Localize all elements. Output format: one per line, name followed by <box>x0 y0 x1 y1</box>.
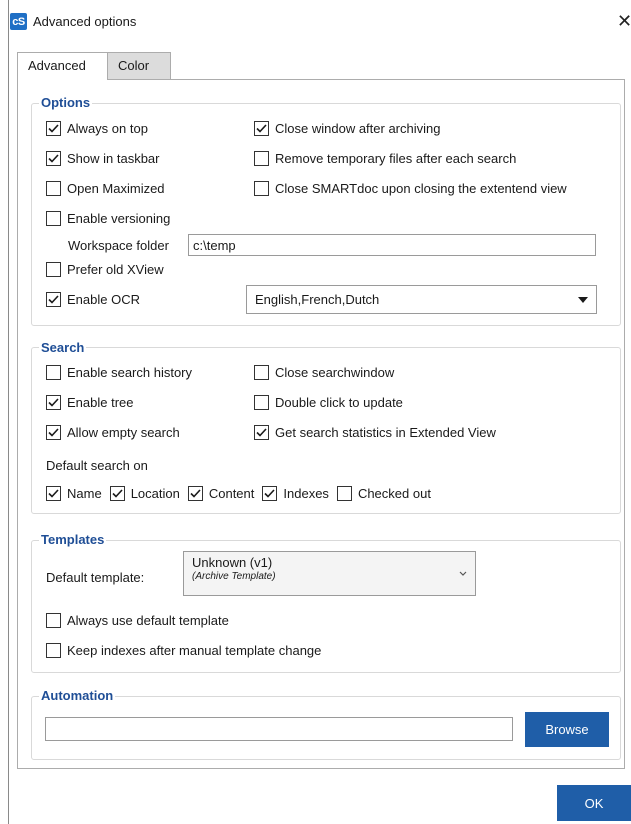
prefer-old-xview-checkbox[interactable]: Prefer old XView <box>46 262 164 277</box>
open-maximized-checkbox[interactable]: Open Maximized <box>46 181 165 196</box>
chevron-down-icon <box>459 571 467 576</box>
checkbox-box[interactable] <box>46 151 61 166</box>
checkbox-box[interactable] <box>46 121 61 136</box>
tab-advanced[interactable]: Advanced <box>17 52 108 80</box>
default-template-subtitle: (Archive Template) <box>192 571 276 582</box>
templates-group-title: Templates <box>39 532 107 547</box>
checkbox-box[interactable] <box>46 365 61 380</box>
checkbox-box[interactable] <box>46 262 61 277</box>
enable-ocr-checkbox[interactable]: Enable OCR <box>46 292 140 307</box>
tab-color[interactable]: Color <box>107 52 171 79</box>
show-in-taskbar-label: Show in taskbar <box>67 151 160 166</box>
close-window-after-archiving-checkbox[interactable]: Close window after archiving <box>254 121 440 136</box>
checkbox-box[interactable] <box>254 395 269 410</box>
search-on-checked-out-checkbox[interactable]: Checked out <box>336 486 431 501</box>
allow-empty-search-checkbox[interactable]: Allow empty search <box>46 425 180 440</box>
checkbox-box[interactable] <box>254 365 269 380</box>
search-on-name-checkbox[interactable]: Name <box>46 486 102 501</box>
workspace-folder-input[interactable] <box>188 234 596 256</box>
always-on-top-label: Always on top <box>67 121 148 136</box>
enable-search-history-checkbox[interactable]: Enable search history <box>46 365 192 380</box>
ok-button[interactable]: OK <box>557 785 631 821</box>
close-smartdoc-checkbox[interactable]: Close SMARTdoc upon closing the extenten… <box>254 181 567 196</box>
checkbox-box[interactable] <box>46 425 61 440</box>
checkbox-box[interactable] <box>262 486 278 501</box>
always-use-default-template-label: Always use default template <box>67 613 229 628</box>
keep-indexes-checkbox[interactable]: Keep indexes after manual template chang… <box>46 643 321 658</box>
checkbox-box[interactable] <box>46 643 61 658</box>
automation-path-input[interactable] <box>45 717 513 741</box>
enable-versioning-checkbox[interactable]: Enable versioning <box>46 211 170 226</box>
window-border <box>8 0 9 824</box>
checkbox-box[interactable] <box>46 292 61 307</box>
close-searchwindow-checkbox[interactable]: Close searchwindow <box>254 365 394 380</box>
double-click-to-update-checkbox[interactable]: Double click to update <box>254 395 403 410</box>
checkbox-box[interactable] <box>109 486 125 501</box>
enable-search-history-label: Enable search history <box>67 365 193 380</box>
app-icon: cS <box>10 13 27 30</box>
options-group-title: Options <box>39 95 93 110</box>
close-smartdoc-label: Close SMARTdoc upon closing the extenten… <box>275 181 567 196</box>
default-template-dropdown[interactable]: Unknown (v1) (Archive Template) <box>183 551 476 596</box>
enable-tree-checkbox[interactable]: Enable tree <box>46 395 134 410</box>
open-maximized-label: Open Maximized <box>67 181 165 196</box>
checkbox-box[interactable] <box>254 181 269 196</box>
get-search-statistics-checkbox[interactable]: Get search statistics in Extended View <box>254 425 496 440</box>
search-group-title: Search <box>39 340 87 355</box>
search-on-checked-out-label: Checked out <box>357 486 431 501</box>
checkbox-box[interactable] <box>46 613 61 628</box>
remove-temp-files-label: Remove temporary files after each search <box>275 151 517 166</box>
checkbox-box[interactable] <box>336 486 352 501</box>
search-on-name-label: Name <box>67 486 102 501</box>
always-on-top-checkbox[interactable]: Always on top <box>46 121 148 136</box>
search-on-location-label: Location <box>130 486 180 501</box>
checkbox-box[interactable] <box>254 151 269 166</box>
workspace-folder-label: Workspace folder <box>68 238 169 253</box>
checkbox-box[interactable] <box>46 211 61 226</box>
keep-indexes-label: Keep indexes after manual template chang… <box>67 643 322 658</box>
enable-tree-label: Enable tree <box>67 395 134 410</box>
search-on-content-label: Content <box>208 486 255 501</box>
search-on-content-checkbox[interactable]: Content <box>187 486 255 501</box>
default-search-on-row: Name Location Content Indexes Checked ou… <box>46 486 431 501</box>
checkbox-box[interactable] <box>187 486 203 501</box>
checkbox-box[interactable] <box>46 486 61 501</box>
double-click-to-update-label: Double click to update <box>275 395 403 410</box>
close-searchwindow-label: Close searchwindow <box>275 365 395 380</box>
dropdown-arrow-icon <box>578 296 588 303</box>
search-on-indexes-label: Indexes <box>283 486 329 501</box>
window-title: Advanced options <box>33 14 137 29</box>
allow-empty-search-label: Allow empty search <box>67 425 180 440</box>
default-template-label: Default template: <box>46 570 145 585</box>
search-on-indexes-checkbox[interactable]: Indexes <box>262 486 329 501</box>
automation-group-title: Automation <box>39 688 116 703</box>
close-icon[interactable]: ✕ <box>617 10 631 32</box>
close-window-after-archiving-label: Close window after archiving <box>275 121 441 136</box>
checkbox-box[interactable] <box>254 425 269 440</box>
browse-button[interactable]: Browse <box>525 712 609 747</box>
default-template-name: Unknown (v1) <box>192 555 273 570</box>
prefer-old-xview-label: Prefer old XView <box>67 262 164 277</box>
ocr-language-value: English,French,Dutch <box>255 292 380 307</box>
default-template-value: Unknown (v1) (Archive Template) <box>192 555 276 582</box>
default-search-on-label: Default search on <box>46 458 148 473</box>
enable-ocr-label: Enable OCR <box>67 292 140 307</box>
search-on-location-checkbox[interactable]: Location <box>109 486 180 501</box>
always-use-default-template-checkbox[interactable]: Always use default template <box>46 613 229 628</box>
get-search-statistics-label: Get search statistics in Extended View <box>275 425 496 440</box>
ocr-language-dropdown[interactable]: English,French,Dutch <box>246 285 597 314</box>
enable-versioning-label: Enable versioning <box>67 211 171 226</box>
checkbox-box[interactable] <box>254 121 269 136</box>
remove-temp-files-checkbox[interactable]: Remove temporary files after each search <box>254 151 516 166</box>
checkbox-box[interactable] <box>46 395 61 410</box>
show-in-taskbar-checkbox[interactable]: Show in taskbar <box>46 151 160 166</box>
checkbox-box[interactable] <box>46 181 61 196</box>
